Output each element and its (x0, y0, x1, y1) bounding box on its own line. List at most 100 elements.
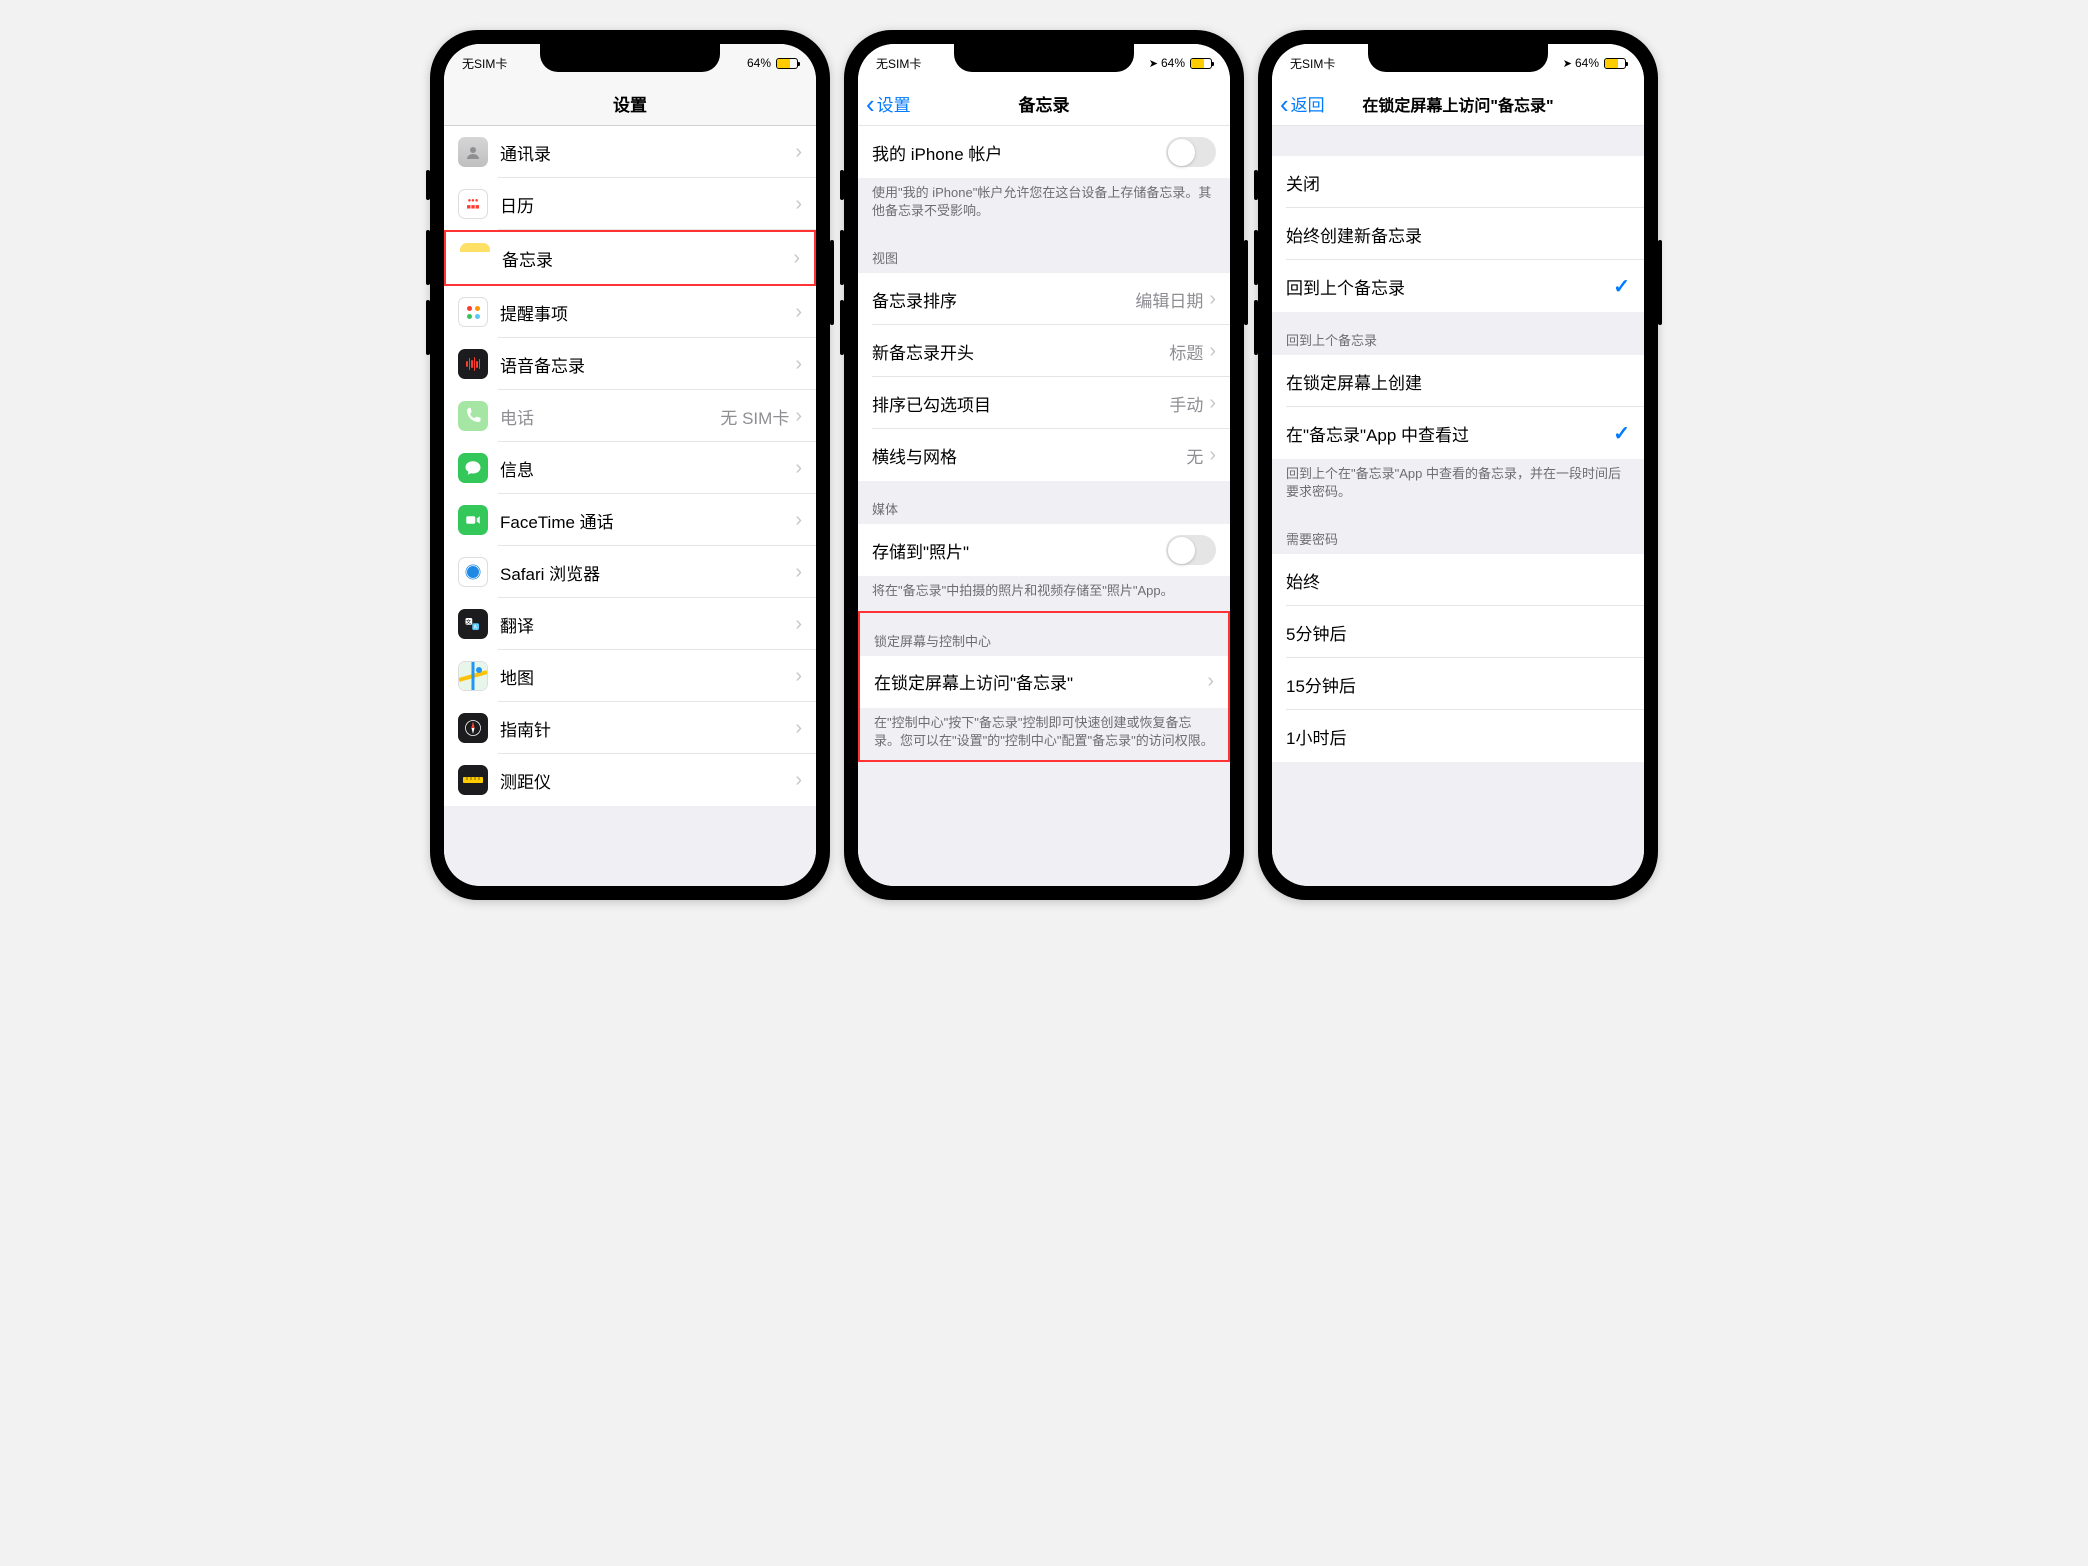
nav-bar: ‹ 返回 在锁定屏幕上访问"备忘录" (1272, 82, 1644, 126)
row-label: 新备忘录开头 (872, 339, 1169, 364)
carrier-label: 无SIM卡 (1290, 55, 1335, 72)
section-footer: 在"控制中心"按下"备忘录"控制即可快速创建或恢复备忘录。您可以在"设置"的"控… (860, 708, 1228, 760)
row-translate[interactable]: 文A 翻译 › (444, 598, 816, 650)
chevron-right-icon: › (795, 769, 802, 792)
nav-back-button[interactable]: ‹ 设置 (866, 91, 911, 117)
section-header-passcode: 需要密码 (1272, 511, 1644, 554)
nav-title: 在锁定屏幕上访问"备忘录" (1362, 92, 1553, 116)
row-access-notes-lock-screen[interactable]: 在锁定屏幕上访问"备忘录" › (860, 656, 1228, 708)
row-calendar[interactable]: ●●●■■■ 日历 › (444, 178, 816, 230)
row-phone[interactable]: 电话 无 SIM卡 › (444, 390, 816, 442)
row-label: 提醒事项 (500, 300, 795, 325)
phone-icon (458, 401, 488, 431)
row-notes[interactable]: 备忘录 › (446, 232, 814, 284)
row-passcode-5min[interactable]: 5分钟后 (1272, 606, 1644, 658)
highlight-box: 备忘录 › (444, 230, 816, 286)
row-detail: 无 SIM卡 (720, 404, 789, 429)
chevron-right-icon: › (1209, 340, 1216, 363)
row-label: 在"备忘录"App 中查看过 (1286, 421, 1613, 446)
row-label: 1小时后 (1286, 724, 1630, 749)
notch (954, 44, 1134, 72)
row-label: 备忘录 (502, 246, 793, 271)
chevron-right-icon: › (1209, 444, 1216, 467)
row-mode-resume-last[interactable]: 回到上个备忘录 ✓ (1272, 260, 1644, 312)
row-sort-checked[interactable]: 排序已勾选项目 手动 › (858, 377, 1230, 429)
chevron-right-icon: › (795, 613, 802, 636)
side-button (426, 230, 430, 285)
section-header-view: 视图 (858, 230, 1230, 273)
row-label: 我的 iPhone 帐户 (872, 140, 1166, 165)
row-label: 15分钟后 (1286, 672, 1630, 697)
nav-back-button[interactable]: ‹ 返回 (1280, 91, 1325, 117)
phone-mockup-3: 无SIM卡 ➤ 64% ‹ 返回 在锁定屏幕上访问"备忘录" 关闭 (1258, 30, 1658, 900)
row-voicememo[interactable]: 语音备忘录 › (444, 338, 816, 390)
chevron-right-icon: › (795, 509, 802, 532)
row-sort-notes[interactable]: 备忘录排序 编辑日期 › (858, 273, 1230, 325)
phone-mockup-1: 无SIM卡 64% 设置 通讯录 › (430, 30, 830, 900)
row-compass[interactable]: 指南针 › (444, 702, 816, 754)
row-label: 在锁定屏幕上创建 (1286, 369, 1630, 394)
row-measure[interactable]: 测距仪 › (444, 754, 816, 806)
battery-percent: 64% (1575, 56, 1599, 70)
row-resume-viewed-app[interactable]: 在"备忘录"App 中查看过 ✓ (1272, 407, 1644, 459)
row-new-note-start[interactable]: 新备忘录开头 标题 › (858, 325, 1230, 377)
nav-bar: ‹ 设置 备忘录 (858, 82, 1230, 126)
translate-icon: 文A (458, 609, 488, 639)
chevron-right-icon: › (795, 353, 802, 376)
row-label: 地图 (500, 664, 795, 689)
safari-icon (458, 557, 488, 587)
side-button (1658, 240, 1662, 325)
notes-icon (460, 243, 490, 273)
row-facetime[interactable]: FaceTime 通话 › (444, 494, 816, 546)
section-footer: 使用"我的 iPhone"帐户允许您在这台设备上存储备忘录。其他备忘录不受影响。 (858, 178, 1230, 230)
row-maps[interactable]: 地图 › (444, 650, 816, 702)
row-lines-grids[interactable]: 横线与网格 无 › (858, 429, 1230, 481)
chevron-right-icon: › (795, 301, 802, 324)
side-button (426, 170, 430, 200)
row-passcode-1hour[interactable]: 1小时后 (1272, 710, 1644, 762)
row-detail: 标题 (1169, 339, 1203, 364)
row-resume-created-lock[interactable]: 在锁定屏幕上创建 (1272, 355, 1644, 407)
row-passcode-always[interactable]: 始终 (1272, 554, 1644, 606)
side-button (840, 230, 844, 285)
row-reminders[interactable]: 提醒事项 › (444, 286, 816, 338)
calendar-icon: ●●●■■■ (458, 189, 488, 219)
checkmark-icon: ✓ (1613, 421, 1630, 446)
row-label: 日历 (500, 192, 795, 217)
messages-icon (458, 453, 488, 483)
chevron-right-icon: › (795, 405, 802, 428)
toggle-switch[interactable] (1166, 137, 1216, 167)
nav-title: 设置 (613, 91, 647, 116)
row-label: 电话 (500, 404, 720, 429)
row-mode-off[interactable]: 关闭 (1272, 156, 1644, 208)
toggle-switch[interactable] (1166, 535, 1216, 565)
side-button (840, 300, 844, 355)
location-icon: ➤ (1149, 57, 1158, 70)
side-button (830, 240, 834, 325)
side-button (1244, 240, 1248, 325)
chevron-right-icon: › (795, 561, 802, 584)
chevron-right-icon: › (1209, 288, 1216, 311)
row-my-iphone-account[interactable]: 我的 iPhone 帐户 (858, 126, 1230, 178)
row-passcode-15min[interactable]: 15分钟后 (1272, 658, 1644, 710)
compass-icon (458, 713, 488, 743)
chevron-left-icon: ‹ (866, 91, 875, 117)
row-label: 横线与网格 (872, 443, 1186, 468)
section-header-resume: 回到上个备忘录 (1272, 312, 1644, 355)
chevron-right-icon: › (795, 717, 802, 740)
row-safari[interactable]: Safari 浏览器 › (444, 546, 816, 598)
nav-back-label: 返回 (1291, 91, 1325, 116)
measure-icon (458, 765, 488, 795)
row-messages[interactable]: 信息 › (444, 442, 816, 494)
side-button (1254, 300, 1258, 355)
row-save-to-photos[interactable]: 存储到"照片" (858, 524, 1230, 576)
chevron-left-icon: ‹ (1280, 91, 1289, 117)
section-footer: 将在"备忘录"中拍摄的照片和视频存储至"照片"App。 (858, 576, 1230, 610)
nav-back-label: 设置 (877, 91, 911, 116)
chevron-right-icon: › (795, 141, 802, 164)
row-contacts[interactable]: 通讯录 › (444, 126, 816, 178)
nav-bar: 设置 (444, 82, 816, 126)
row-mode-create-new[interactable]: 始终创建新备忘录 (1272, 208, 1644, 260)
section-footer: 回到上个在"备忘录"App 中查看的备忘录，并在一段时间后要求密码。 (1272, 459, 1644, 511)
carrier-label: 无SIM卡 (876, 55, 921, 72)
